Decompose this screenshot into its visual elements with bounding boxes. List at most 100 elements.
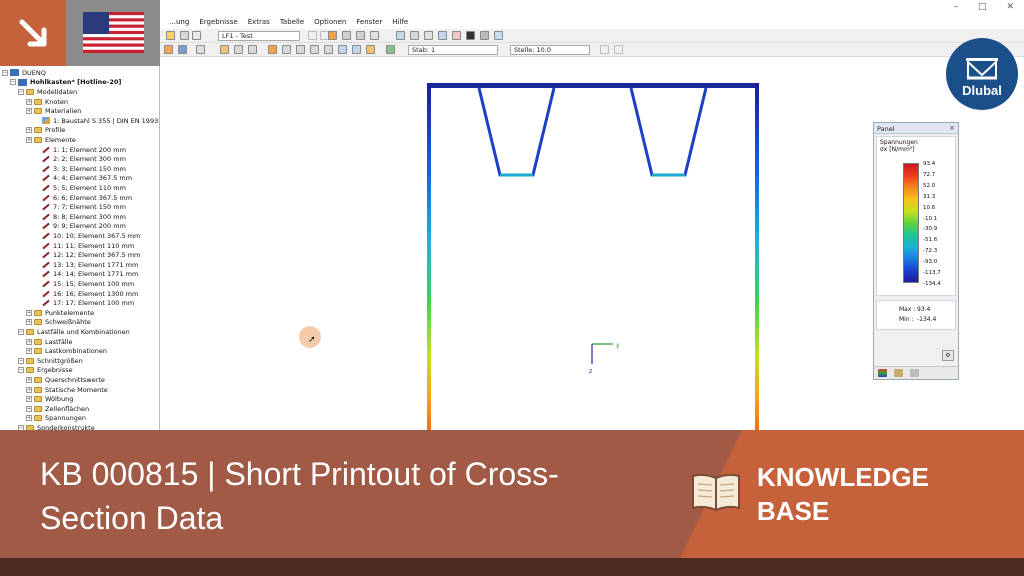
tree-expander-icon[interactable]: + <box>26 309 32 316</box>
tree-item[interactable]: + Materialien <box>26 106 81 116</box>
torsion-icon[interactable] <box>310 45 319 54</box>
step-forward-icon[interactable] <box>614 45 623 54</box>
axis-icon[interactable] <box>196 45 205 54</box>
tree-item[interactable]: + Lastkombinationen <box>26 346 107 356</box>
menu-item-table[interactable]: Tabelle <box>275 17 309 29</box>
tree-expander-icon[interactable] <box>34 156 40 163</box>
tree-expander-icon[interactable] <box>34 184 40 191</box>
tree-expander-icon[interactable]: − <box>2 69 8 76</box>
tree-item[interactable]: 6: 6; Element 367.5 mm <box>34 193 132 203</box>
tree-expander-icon[interactable]: + <box>26 386 32 393</box>
tree-item[interactable]: 1: 1; Element 200 mm <box>34 145 126 155</box>
member-icon[interactable] <box>164 45 173 54</box>
tree-item[interactable]: + Spannungen <box>26 414 86 424</box>
node-icon[interactable] <box>178 45 187 54</box>
tree-item[interactable]: + Wölbung <box>26 394 73 404</box>
tree-expander-icon[interactable] <box>34 117 40 124</box>
delete-icon[interactable] <box>452 31 461 40</box>
tree-expander-icon[interactable] <box>34 194 40 201</box>
results-icon[interactable] <box>328 31 337 40</box>
tree-expander-icon[interactable] <box>34 280 40 287</box>
settings-icon[interactable] <box>466 31 475 40</box>
tree-item[interactable]: − Modelldaten <box>18 87 77 97</box>
location-combo[interactable]: Stelle: 10.0 <box>510 45 590 55</box>
tools-icon[interactable] <box>480 31 489 40</box>
pencil-icon[interactable] <box>338 45 347 54</box>
menu-item-results[interactable]: Ergebnisse <box>194 17 242 29</box>
tree-expander-icon[interactable]: + <box>26 376 32 383</box>
previous-icon[interactable] <box>308 31 317 40</box>
tree-expander-icon[interactable]: − <box>18 328 24 335</box>
stress-icon[interactable] <box>220 45 229 54</box>
grid-icon[interactable] <box>424 31 433 40</box>
color-scale-icon[interactable] <box>366 45 375 54</box>
tree-item[interactable]: − Ergebnisse <box>18 366 73 376</box>
tree-expander-icon[interactable] <box>34 300 40 307</box>
menu-item-extras[interactable]: Extras <box>243 17 275 29</box>
tree-item[interactable]: − DUENQ <box>2 68 46 78</box>
tree-item[interactable]: + Zellenflächen <box>26 404 89 414</box>
link-icon[interactable] <box>494 31 503 40</box>
tree-item[interactable]: 7: 7; Element 150 mm <box>34 202 126 212</box>
tree-expander-icon[interactable]: + <box>26 98 32 105</box>
menu-item-edit[interactable]: …ung <box>164 17 194 29</box>
panel-titlebar[interactable]: Panel × <box>874 123 958 134</box>
tree-expander-icon[interactable]: + <box>26 348 32 355</box>
tree-expander-icon[interactable] <box>34 146 40 153</box>
tree-expander-icon[interactable]: − <box>18 357 24 364</box>
tree-expander-icon[interactable] <box>34 261 40 268</box>
tree-item[interactable]: + Schweißnähte <box>26 318 91 328</box>
shear-icon[interactable] <box>282 45 291 54</box>
check-icon[interactable] <box>386 45 395 54</box>
print-icon[interactable] <box>192 31 201 40</box>
normal-icon[interactable] <box>296 45 305 54</box>
tree-item[interactable]: 9: 9; Element 200 mm <box>34 222 126 232</box>
tree-item[interactable]: − Lastfälle und Kombinationen <box>18 327 130 337</box>
render-icon[interactable] <box>370 31 379 40</box>
step-back-icon[interactable] <box>600 45 609 54</box>
diagram-icon[interactable] <box>234 45 243 54</box>
tree-expander-icon[interactable]: − <box>18 88 24 95</box>
zoom-icon[interactable] <box>438 31 447 40</box>
tree-expander-icon[interactable]: + <box>26 136 32 143</box>
maximize-button[interactable]: □ <box>978 2 987 12</box>
tree-item[interactable]: 3: 3; Element 150 mm <box>34 164 126 174</box>
member-combo[interactable]: Stab: 1 <box>408 45 498 55</box>
tree-expander-icon[interactable] <box>34 223 40 230</box>
tree-expander-icon[interactable]: + <box>26 405 32 412</box>
tree-expander-icon[interactable]: − <box>10 79 16 86</box>
tree-item[interactable]: 12: 12; Element 367.5 mm <box>34 250 140 260</box>
tree-item[interactable]: 16: 16; Element 1300 mm <box>34 289 138 299</box>
tree-expander-icon[interactable]: + <box>26 108 32 115</box>
loadcase-combo[interactable]: LF1 - Test <box>218 31 300 41</box>
tree-expander-icon[interactable]: − <box>18 367 24 374</box>
save-icon[interactable] <box>180 31 189 40</box>
tree-item[interactable]: 13: 13; Element 1771 mm <box>34 260 138 270</box>
tree-item[interactable]: − Sonderkonstrukte <box>18 423 95 430</box>
tree-expander-icon[interactable] <box>34 165 40 172</box>
tree-item[interactable]: + Profile <box>26 126 65 136</box>
tree-item[interactable]: 5: 5; Element 110 mm <box>34 183 126 193</box>
tree-item[interactable]: + Querschnittswerte <box>26 375 105 385</box>
tree-expander-icon[interactable]: + <box>26 396 32 403</box>
menu-item-options[interactable]: Optionen <box>309 17 351 29</box>
panel-options-button[interactable]: ⚙ <box>942 350 954 361</box>
menu-item-window[interactable]: Fenster <box>351 17 387 29</box>
tree-expander-icon[interactable] <box>34 252 40 259</box>
open-file-icon[interactable] <box>166 31 175 40</box>
tree-item[interactable]: 1: Baustahl S 355 | DIN EN 1993-1-1:2 <box>34 116 159 126</box>
tree-item[interactable]: 4: 4; Element 367.5 mm <box>34 174 132 184</box>
tree-item[interactable]: 2: 2; Element 300 mm <box>34 154 126 164</box>
tree-expander-icon[interactable]: + <box>26 127 32 134</box>
filter-tab-icon[interactable] <box>910 369 919 377</box>
tree-expander-icon[interactable] <box>34 271 40 278</box>
tree-expander-icon[interactable]: + <box>26 338 32 345</box>
tree-item[interactable]: − Schnittgrößen <box>18 356 83 366</box>
tree-item[interactable]: + Elemente <box>26 135 76 145</box>
tree-item[interactable]: + Punktelemente <box>26 308 94 318</box>
panel-close-button[interactable]: × <box>949 124 955 132</box>
results-panel[interactable]: Panel × Spannungen σx [N/mm²] 93.4 72.7 52… <box>873 122 959 380</box>
tree-item[interactable]: 8: 8; Element 300 mm <box>34 212 126 222</box>
cross-section-icon[interactable] <box>268 45 277 54</box>
tree-expander-icon[interactable] <box>34 213 40 220</box>
